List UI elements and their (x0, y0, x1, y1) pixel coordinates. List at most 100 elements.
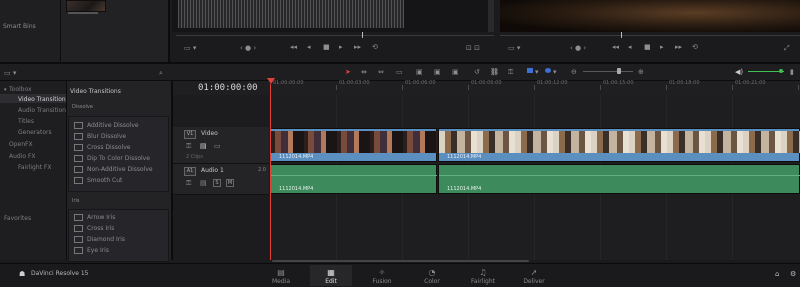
audio-clip[interactable]: 1112014.MP4 (270, 164, 437, 194)
speaker-icon[interactable]: ◀) (735, 68, 743, 76)
position-lock-icon[interactable]: ⚿ (508, 68, 513, 76)
list-item[interactable]: Additive Dissolve (70, 120, 166, 131)
page-tab-color[interactable]: ◔ Color (412, 268, 452, 285)
zoom-in-icon[interactable]: ⊕ (638, 68, 644, 76)
match-frame-icon[interactable]: ⊡ ⊡ (466, 44, 480, 52)
flag-dropdown-icon[interactable]: ▾ (535, 68, 539, 76)
list-item[interactable]: Dip To Color Dissolve (70, 153, 166, 164)
page-tab-edit[interactable]: ▦ Edit (311, 268, 351, 285)
list-item[interactable]: Cross Iris (70, 223, 166, 234)
overwrite-clip-icon[interactable]: ▣ (434, 68, 441, 76)
source-view-options-icon[interactable]: ▭ ▾ (184, 44, 196, 52)
auto-select-icon[interactable]: ▤ (200, 179, 207, 187)
toolbox-collapse-icon[interactable]: ▾ (4, 86, 7, 94)
insert-clip-icon[interactable]: ▣ (416, 68, 423, 76)
sidebar-item-video-transitions[interactable]: Video Transitions (18, 96, 69, 103)
linked-selection-icon[interactable]: ⛓ (490, 68, 499, 76)
source-viewer[interactable] (172, 0, 494, 32)
source-scrubber[interactable] (176, 35, 494, 36)
blade-tool-icon[interactable]: ▭ (396, 68, 403, 76)
video-track-name[interactable]: Video (201, 130, 218, 137)
audio-waveform (271, 175, 437, 176)
rewind-icon[interactable]: ◂◂ (612, 43, 619, 51)
replace-clip-icon[interactable]: ▣ (452, 68, 459, 76)
list-item[interactable]: Diamond Iris (70, 234, 166, 245)
dynamic-trim-icon[interactable]: ⇔ (378, 68, 384, 76)
sidebar-item-titles[interactable]: Titles (18, 118, 34, 125)
stop-icon[interactable]: ■ (323, 43, 330, 51)
play-icon[interactable]: ▸ (660, 43, 664, 51)
loop-icon[interactable]: ⟲ (372, 43, 378, 51)
loop-icon[interactable]: ⟲ (692, 43, 698, 51)
ruler-label: 01:00:03:00 (339, 80, 370, 86)
list-item[interactable]: Eye Iris (70, 245, 166, 256)
stop-icon[interactable]: ■ (644, 43, 651, 51)
library-toggle-icon[interactable]: ▭ ▾ (4, 69, 16, 77)
zoom-slider[interactable] (583, 71, 633, 72)
sidebar-item-toolbox[interactable]: Toolbox (9, 86, 32, 93)
trim-tool-icon[interactable]: ⇹ (361, 68, 367, 76)
page-tab-fairlight[interactable]: ♫ Fairlight (463, 268, 503, 285)
list-item[interactable]: Cross Dissolve (70, 142, 166, 153)
auto-select-icon[interactable]: ▤ (200, 142, 207, 150)
playhead-head[interactable] (267, 78, 275, 84)
play-icon[interactable]: ▸ (339, 43, 343, 51)
step-back-icon[interactable]: ◂ (628, 43, 632, 51)
audio-clip[interactable]: 1112014.MP4 (438, 164, 800, 194)
list-item[interactable]: Smooth Cut (70, 175, 166, 186)
source-playhead-marker[interactable] (362, 32, 363, 38)
volume-slider-handle[interactable] (779, 69, 783, 73)
program-jog-icon[interactable]: ‹ ● › (570, 44, 586, 52)
audio-meter-icon[interactable]: ▮ (790, 68, 794, 76)
video-clip[interactable]: 1112014.MP4 (438, 128, 800, 162)
zoom-slider-handle[interactable] (617, 68, 621, 74)
fusion-page-icon: ✧ (378, 268, 386, 277)
timeline-scrollbar[interactable] (272, 260, 529, 262)
audio-track-name[interactable]: Audio 1 (201, 167, 224, 174)
ruler-label: 01:00:18:00 (669, 80, 700, 86)
zoom-out-icon[interactable]: ⊖ (571, 68, 577, 76)
playhead-line[interactable] (270, 84, 271, 260)
fullscreen-icon[interactable]: ⤢ (784, 44, 790, 52)
step-back-icon[interactable]: ◂ (307, 43, 311, 51)
ruler-label: 01:00:09:00 (471, 80, 502, 86)
program-scrubber[interactable] (500, 35, 800, 36)
timeline-viewer[interactable] (500, 0, 800, 32)
track-visibility-icon[interactable]: ▭ (214, 142, 221, 150)
sidebar-item-audio-transitions[interactable]: Audio Transitions (18, 107, 69, 114)
list-item[interactable]: Arrow Iris (70, 212, 166, 223)
fast-forward-icon[interactable]: ▸▸ (675, 43, 682, 51)
search-icon[interactable]: ⌕ (159, 69, 163, 77)
sidebar-item-fairlight-fx[interactable]: Fairlight FX (18, 164, 51, 171)
fast-forward-icon[interactable]: ▸▸ (354, 43, 361, 51)
flag-icon[interactable] (527, 68, 533, 73)
page-tab-fusion[interactable]: ✧ Fusion (362, 268, 402, 285)
source-jog-icon[interactable]: ‹ ● › (240, 44, 256, 52)
program-view-options-icon[interactable]: ▭ ▾ (508, 44, 520, 52)
mute-button[interactable]: M (226, 179, 234, 187)
rewind-icon[interactable]: ◂◂ (290, 43, 297, 51)
settings-icon[interactable]: ⚙ (790, 270, 796, 278)
home-icon[interactable]: ⌂ (775, 270, 779, 278)
page-tab-deliver[interactable]: ➚ Deliver (514, 268, 554, 285)
ruler-tick (666, 85, 667, 90)
sidebar-item-audio-fx[interactable]: Audio FX (9, 153, 36, 160)
marker-dropdown-icon[interactable]: ▾ (553, 68, 557, 76)
media-clip-thumbnail[interactable] (66, 0, 106, 12)
smart-bins-label[interactable]: Smart Bins (3, 23, 36, 30)
sidebar-item-generators[interactable]: Generators (18, 129, 52, 136)
list-item[interactable]: Blur Dissolve (70, 131, 166, 142)
solo-button[interactable]: S (213, 179, 221, 187)
timeline-timecode[interactable]: 01:00:00:00 (198, 83, 258, 93)
track-lock-icon[interactable]: ⚿ (186, 142, 191, 150)
video-clip[interactable]: 1112014.MP4 (270, 128, 437, 162)
snapping-icon[interactable]: ↺ (474, 68, 480, 76)
sidebar-item-favorites[interactable]: Favorites (4, 215, 31, 222)
track-lock-icon[interactable]: ⚿ (186, 179, 191, 187)
program-playhead-marker[interactable] (621, 32, 622, 38)
list-item[interactable]: Non-Additive Dissolve (70, 164, 166, 175)
marker-icon[interactable] (545, 68, 551, 73)
selection-tool-icon[interactable]: ➤ (345, 68, 351, 76)
sidebar-item-openfx[interactable]: OpenFX (9, 141, 33, 148)
page-tab-media[interactable]: ▤ Media (261, 268, 301, 285)
